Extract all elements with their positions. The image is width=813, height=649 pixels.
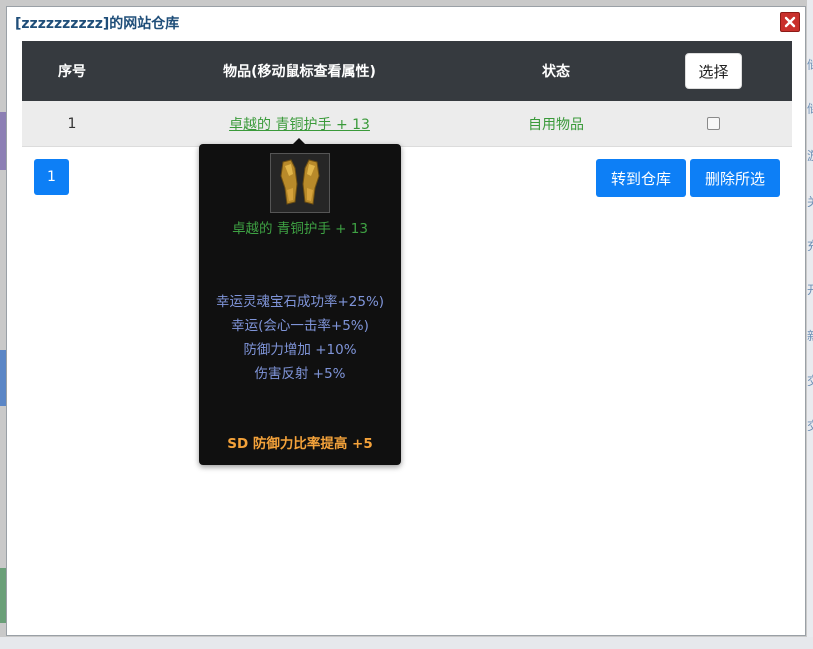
tooltip-option: 防御力增加 +10% [243,342,357,358]
table-row: 1 卓越的 青铜护手 + 13 自用物品 [22,101,792,147]
background-text: 游 [807,147,813,161]
item-tooltip: 卓越的 青铜护手 + 13 幸运灵魂宝石成功率+25%) 幸运(会心一击率+5%… [199,138,401,465]
header-select: 选择 [635,41,792,101]
row-checkbox[interactable] [707,116,720,130]
background-text: 新 [807,327,813,341]
item-link[interactable]: 卓越的 青铜护手 + 13 [229,114,370,134]
table-header: 序号 物品(移动鼠标查看属性) 状态 选择 [22,41,792,101]
row-status: 自用物品 [528,117,584,133]
background-text: 交 [807,372,813,386]
header-status: 状态 [542,64,570,80]
background-page [807,0,813,649]
header-index: 序号 [58,64,86,80]
background-text: 开 [807,281,813,295]
header-item: 物品(移动鼠标查看属性) [223,64,376,80]
warehouse-dialog: [zzzzzzzzzz]的网站仓库 序号 物品(移动鼠标查看属性) 状态 选择 … [6,6,806,636]
dialog-title: [zzzzzzzzzz]的网站仓库 [15,16,180,32]
background-text: 关 [807,193,813,207]
background-text: 储 [807,56,813,70]
bronze-gloves-icon [270,153,330,213]
row-index: 1 [67,116,77,132]
delete-selected-button[interactable]: 删除所选 [690,159,780,197]
move-to-warehouse-button[interactable]: 转到仓库 [596,159,686,197]
background-text: 充 [807,237,813,251]
row-select-cell [635,101,792,147]
select-all-button[interactable]: 选择 [685,53,742,89]
background-footer [0,637,813,649]
tooltip-option: 幸运灵魂宝石成功率+25%) [215,294,385,310]
tooltip-option: 幸运(会心一击率+5%) [231,318,369,334]
background-text: 交 [807,417,813,431]
tooltip-item-name: 卓越的 青铜护手 + 13 [232,221,368,237]
background-text: 储 [807,100,813,114]
page-button[interactable]: 1 [34,159,69,195]
tooltip-option: 伤害反射 +5% [254,366,346,382]
close-button[interactable] [780,12,800,32]
tooltip-socket-option: SD 防御力比率提高 +5 [227,436,373,452]
close-icon [784,16,796,28]
tooltip-arrow [293,138,305,144]
